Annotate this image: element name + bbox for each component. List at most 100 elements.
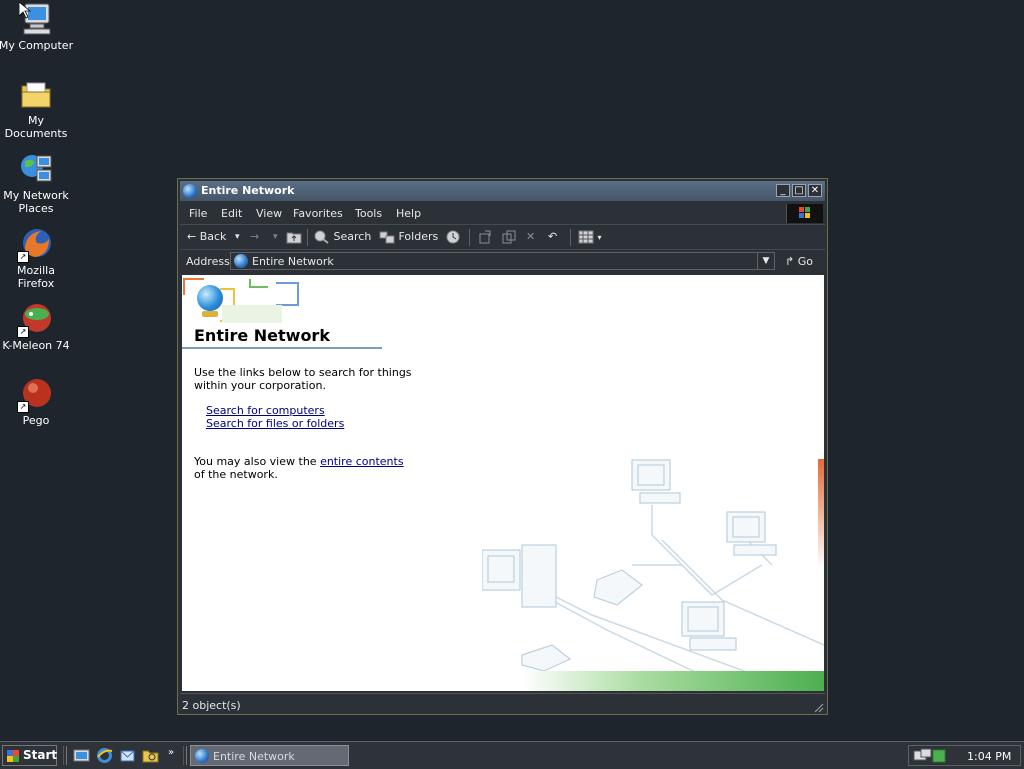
menu-tools[interactable]: Tools	[355, 207, 382, 220]
resize-grip-icon[interactable]	[812, 701, 824, 713]
shortcut-arrow-icon: ↗	[17, 251, 29, 263]
folder-icon	[19, 77, 53, 111]
toolbar-separator	[469, 229, 470, 246]
history-button[interactable]	[445, 230, 461, 246]
clock[interactable]: 1:04 PM	[967, 750, 1011, 763]
address-bar: Address Entire Network ▼ ↱ Go	[180, 250, 825, 273]
standard-toolbar: ← Back ▾ → ▾ Search Folders ✕ ↶ ▾	[180, 225, 825, 250]
footer-gradient	[522, 671, 824, 691]
back-label: Back	[199, 230, 227, 243]
content-pane: Entire Network Use the links below to se…	[182, 275, 824, 691]
go-label: Go	[797, 255, 813, 268]
menu-view[interactable]: View	[256, 207, 282, 220]
back-arrow-icon: ←	[187, 230, 197, 243]
window-title: Entire Network	[201, 184, 295, 197]
taskbar-button-label: Entire Network	[213, 750, 295, 763]
delete-button[interactable]: ✕	[526, 230, 535, 246]
kmeleon-icon: ↗	[17, 302, 53, 338]
title-divider	[182, 347, 382, 349]
search-icon	[314, 230, 329, 244]
go-button[interactable]: ↱ Go	[785, 255, 813, 268]
history-icon	[446, 230, 460, 244]
menu-help[interactable]: Help	[396, 207, 421, 220]
globe-stand	[202, 311, 218, 317]
forward-dropdown-arrow[interactable]: ▾	[273, 230, 278, 246]
forward-button[interactable]: →	[250, 230, 259, 246]
quicklaunch-overflow-chevron[interactable]: »	[168, 747, 174, 758]
desktop-icon-my-documents[interactable]: My Documents	[0, 77, 74, 140]
desktop-icon-my-computer[interactable]: My Computer	[0, 1, 74, 52]
tray-network-icon[interactable]	[913, 748, 947, 764]
entire-network-globe-icon	[197, 285, 223, 311]
start-label: Start	[23, 748, 58, 762]
address-label: Address	[186, 255, 230, 268]
firefox-icon: ↗	[17, 227, 53, 263]
taskbar-grip	[183, 746, 187, 765]
desktop-icon-my-network-places[interactable]: My Network Places	[0, 152, 74, 215]
copy-to-button[interactable]	[501, 230, 517, 246]
up-folder-button[interactable]	[286, 230, 302, 246]
entire-contents-link[interactable]: entire contents	[320, 455, 404, 468]
shortcut-arrow-icon: ↗	[17, 326, 29, 338]
undo-button[interactable]: ↶	[548, 230, 557, 246]
search-label: Search	[333, 230, 372, 243]
views-button[interactable]: ▾	[578, 230, 602, 246]
also-view-text: You may also view the entire contents	[194, 455, 404, 468]
views-grid-icon	[578, 230, 594, 244]
address-value: Entire Network	[252, 255, 334, 268]
status-object-count: 2 object(s)	[182, 699, 241, 712]
windows-flag-icon	[7, 750, 19, 762]
desktop-icon-label: Mozilla Firefox	[17, 264, 55, 290]
explorer-window: Entire Network _ □ ✕ File Edit View Favo…	[177, 178, 828, 715]
quicklaunch-outlook-icon[interactable]	[119, 747, 136, 764]
minimize-button[interactable]: _	[776, 184, 790, 197]
desktop-icon-label: My Computer	[0, 39, 74, 52]
pego-icon: ↗	[17, 377, 53, 413]
address-dropdown-button[interactable]: ▼	[757, 253, 774, 269]
title-bar[interactable]: Entire Network _ □ ✕	[180, 181, 825, 201]
desktop-icon-k-meleon[interactable]: ↗ K-Meleon 74	[0, 302, 74, 352]
intro-text-line2: within your corporation.	[194, 379, 326, 392]
folders-button[interactable]: Folders	[379, 230, 438, 246]
also-view-prefix: You may also view the	[194, 455, 321, 468]
start-button[interactable]: Start	[2, 745, 57, 766]
move-to-button[interactable]	[477, 230, 493, 246]
up-folder-icon	[286, 232, 302, 244]
menu-file[interactable]: File	[189, 207, 207, 220]
search-computers-link[interactable]: Search for computers	[206, 404, 325, 417]
back-dropdown-arrow[interactable]: ▾	[235, 230, 240, 246]
menu-edit[interactable]: Edit	[221, 207, 242, 220]
move-to-icon	[479, 230, 491, 244]
quicklaunch-ie-icon[interactable]	[96, 747, 113, 764]
menu-favorites[interactable]: Favorites	[293, 207, 343, 220]
status-bar: 2 object(s)	[180, 693, 825, 714]
folders-label: Folders	[398, 230, 439, 243]
quicklaunch-show-desktop-icon[interactable]	[73, 747, 90, 764]
delete-icon: ✕	[526, 230, 536, 243]
page-title: Entire Network	[194, 326, 330, 345]
search-button[interactable]: Search	[314, 230, 371, 246]
desktop-icon-label: K-Meleon 74	[2, 339, 70, 352]
desktop-icon-pego[interactable]: ↗ Pego	[0, 377, 74, 427]
menu-bar: File Edit View Favorites Tools Help	[180, 203, 825, 225]
network-globe-icon	[234, 254, 248, 268]
network-globe-icon	[195, 749, 209, 763]
network-illustration	[482, 459, 824, 686]
shortcut-arrow-icon: ↗	[17, 401, 29, 413]
intro-text-line1: Use the links below to search for things	[194, 366, 412, 379]
desktop-icon-label: Pego	[22, 414, 50, 427]
desktop-icon-mozilla-firefox[interactable]: ↗ Mozilla Firefox	[0, 227, 74, 290]
back-button[interactable]: ← Back	[187, 230, 226, 246]
toolbar-separator	[570, 229, 571, 246]
go-arrow-icon: ↱	[785, 255, 795, 268]
taskbar-button-entire-network[interactable]: Entire Network	[190, 745, 349, 766]
desktop-icon-label: My Network Places	[3, 189, 69, 215]
quicklaunch-explorer-icon[interactable]	[142, 747, 159, 764]
undo-icon: ↶	[548, 230, 558, 243]
also-view-suffix: of the network.	[194, 468, 278, 481]
address-field[interactable]: Entire Network ▼	[230, 252, 775, 270]
maximize-button[interactable]: □	[792, 184, 806, 197]
search-files-link[interactable]: Search for files or folders	[206, 417, 344, 430]
close-button[interactable]: ✕	[808, 184, 822, 197]
copy-to-icon	[502, 230, 516, 244]
